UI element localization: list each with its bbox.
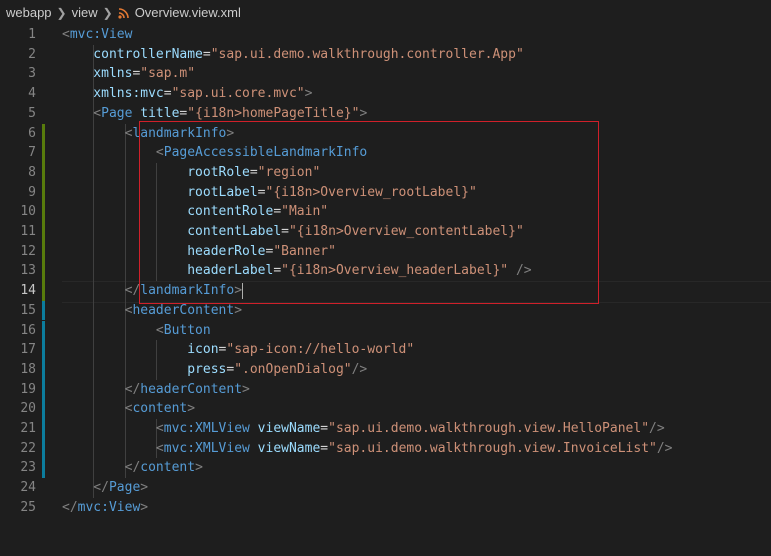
- code-editor[interactable]: 1 <mvc:View 2 controllerName="sap.ui.demo.…: [0, 25, 771, 556]
- git-added-marker[interactable]: [42, 241, 45, 262]
- code-line[interactable]: 3 xmlns="sap.m": [0, 64, 771, 84]
- code-line[interactable]: 20 <content>: [0, 399, 771, 419]
- code-text: </headerContent>: [62, 381, 250, 397]
- git-modified-marker[interactable]: [42, 419, 45, 439]
- code-line[interactable]: 21 <mvc:XMLView viewName="sap.ui.demo.wa…: [0, 419, 771, 439]
- line-number: 1: [28, 27, 36, 42]
- git-modified-marker[interactable]: [42, 320, 45, 341]
- code-line[interactable]: 16 <Button: [0, 320, 771, 341]
- line-number: 5: [28, 105, 36, 121]
- line-number: 24: [20, 480, 36, 496]
- breadcrumb-folder-view[interactable]: view: [72, 5, 98, 20]
- line-number: 20: [20, 401, 36, 417]
- git-modified-marker[interactable]: [42, 458, 45, 479]
- git-added-marker[interactable]: [42, 182, 45, 203]
- git-modified-marker[interactable]: [42, 340, 45, 360]
- git-added-marker[interactable]: [42, 162, 45, 183]
- code-text: <mvc:XMLView viewName="sap.ui.demo.walkt…: [62, 440, 673, 456]
- code-text: <mvc:XMLView viewName="sap.ui.demo.walkt…: [62, 421, 665, 436]
- code-line[interactable]: 18 press=".onOpenDialog"/>: [0, 359, 771, 380]
- code-text: <Button: [62, 322, 211, 338]
- git-added-marker[interactable]: [42, 261, 45, 282]
- line-number: 9: [28, 184, 36, 200]
- git-modified-marker[interactable]: [42, 438, 45, 459]
- code-line[interactable]: 2 controllerName="sap.ui.demo.walkthroug…: [0, 45, 771, 65]
- line-number: 22: [20, 440, 36, 456]
- code-line[interactable]: 24 </Page>: [0, 478, 771, 498]
- line-number: 19: [20, 381, 36, 397]
- code-line[interactable]: 25 </mvc:View>: [0, 498, 771, 518]
- git-added-marker[interactable]: [42, 123, 45, 144]
- line-number: 4: [28, 86, 36, 102]
- git-modified-marker[interactable]: [42, 399, 45, 419]
- line-number: 8: [28, 164, 36, 180]
- line-number: 11: [20, 224, 36, 239]
- git-modified-marker[interactable]: [42, 300, 45, 321]
- git-added-marker[interactable]: [42, 281, 45, 301]
- code-line[interactable]: 22 <mvc:XMLView viewName="sap.ui.demo.wa…: [0, 438, 771, 459]
- code-line[interactable]: 19 </headerContent>: [0, 379, 771, 400]
- chevron-right-icon: ❯: [56, 5, 67, 20]
- code-text: </content>: [62, 460, 203, 476]
- line-number: 13: [20, 263, 36, 279]
- line-number: 7: [28, 145, 36, 161]
- line-number: 16: [20, 322, 36, 338]
- chevron-right-icon: ❯: [102, 5, 113, 20]
- annotation-highlight-box: [139, 120, 599, 304]
- git-added-marker[interactable]: [42, 202, 45, 222]
- code-line[interactable]: 4 xmlns:mvc="sap.ui.core.mvc">: [0, 84, 771, 104]
- line-number: 17: [20, 342, 36, 358]
- code-text: press=".onOpenDialog"/>: [62, 361, 368, 377]
- code-line[interactable]: 1 <mvc:View: [0, 25, 771, 45]
- line-number: 21: [20, 421, 36, 436]
- code-text: <content>: [62, 401, 196, 417]
- code-text: </mvc:View>: [62, 499, 149, 515]
- line-number: 10: [20, 204, 36, 220]
- code-text: </Page>: [62, 480, 149, 496]
- code-text: <mvc:View: [62, 27, 133, 42]
- line-number: 6: [28, 125, 36, 141]
- line-number: 25: [20, 499, 36, 515]
- line-number: 15: [20, 302, 36, 318]
- code-text: xmlns="sap.m": [62, 66, 196, 82]
- line-number: 23: [20, 460, 36, 476]
- breadcrumb: webapp ❯ view ❯ Overview.view.xml: [0, 0, 771, 25]
- rss-feed-icon: [118, 7, 129, 19]
- line-number: 3: [28, 66, 36, 82]
- line-number: 12: [20, 243, 36, 259]
- git-added-marker[interactable]: [42, 143, 45, 163]
- code-text: xmlns:mvc="sap.ui.core.mvc">: [62, 86, 313, 102]
- code-line[interactable]: 23 </content>: [0, 458, 771, 479]
- git-modified-marker[interactable]: [42, 359, 45, 380]
- git-modified-marker[interactable]: [42, 379, 45, 400]
- breadcrumb-file[interactable]: Overview.view.xml: [135, 5, 241, 20]
- breadcrumb-folder-webapp[interactable]: webapp: [6, 5, 52, 20]
- line-number: 18: [20, 361, 36, 377]
- line-number: 14: [20, 283, 36, 299]
- code-text: icon="sap-icon://hello-world": [62, 342, 415, 358]
- code-text: controllerName="sap.ui.demo.walkthrough.…: [62, 46, 524, 62]
- line-number: 2: [28, 46, 36, 62]
- code-line[interactable]: 17 icon="sap-icon://hello-world": [0, 340, 771, 360]
- git-added-marker[interactable]: [42, 222, 45, 242]
